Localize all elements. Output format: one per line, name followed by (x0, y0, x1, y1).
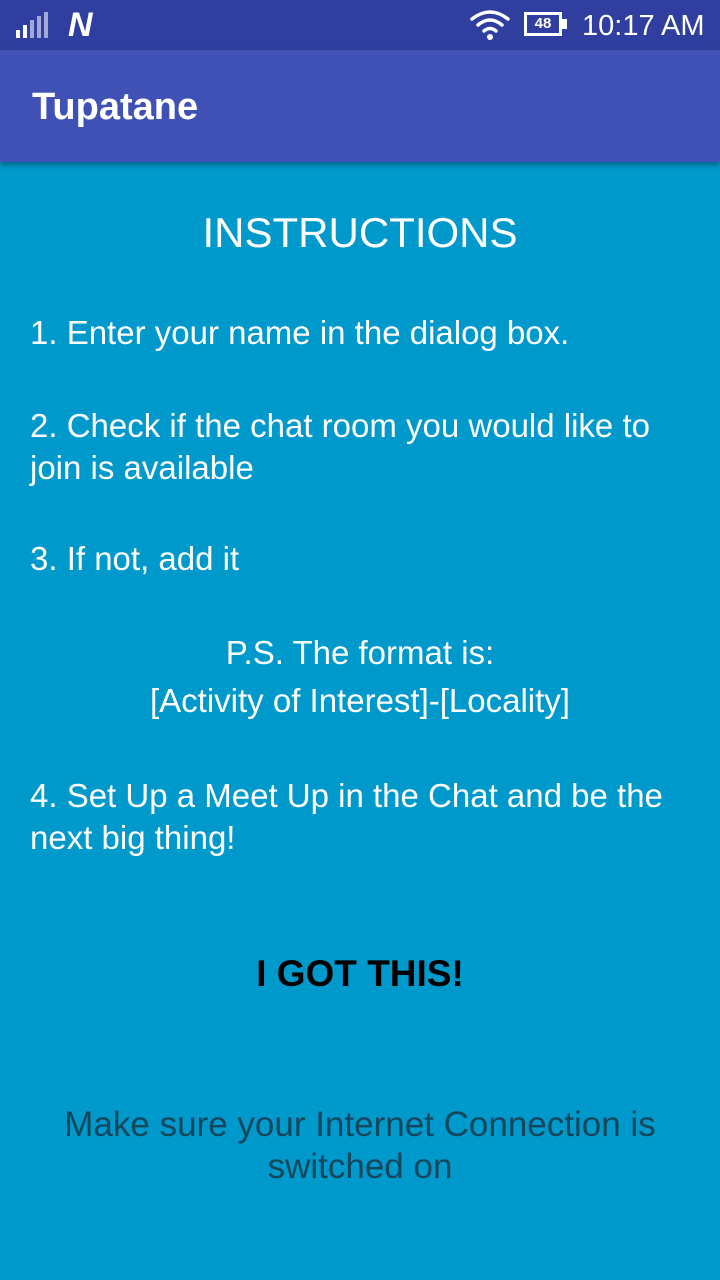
internet-notice: Make sure your Internet Connection is sw… (64, 1105, 656, 1186)
instruction-step-4: 4. Set Up a Meet Up in the Chat and be t… (30, 777, 663, 856)
wifi-icon (470, 10, 510, 40)
instructions-heading: INSTRUCTIONS (202, 209, 518, 256)
notification-icon: N (68, 6, 93, 44)
signal-icon (16, 12, 48, 38)
instruction-step-3: 3. If not, add it (30, 540, 240, 577)
clock: 10:17 AM (582, 10, 705, 42)
status-bar: N 48 10:17 AM (0, 0, 720, 50)
instruction-step-1: 1. Enter your name in the dialog box. (30, 314, 570, 351)
instructions-screen: INSTRUCTIONS 1. Enter your name in the d… (0, 162, 720, 1280)
got-it-button[interactable]: I GOT THIS! (210, 942, 510, 1006)
app-bar: Tupatane (0, 50, 720, 162)
format-note: P.S. The format is: (225, 634, 495, 671)
battery-level: 48 (534, 15, 552, 32)
app-title: Tupatane (32, 86, 199, 128)
format-example: [Activity of Interest]-[Locality] (150, 682, 570, 719)
instruction-step-2: 2. Check if the chat room you would like… (30, 407, 650, 486)
